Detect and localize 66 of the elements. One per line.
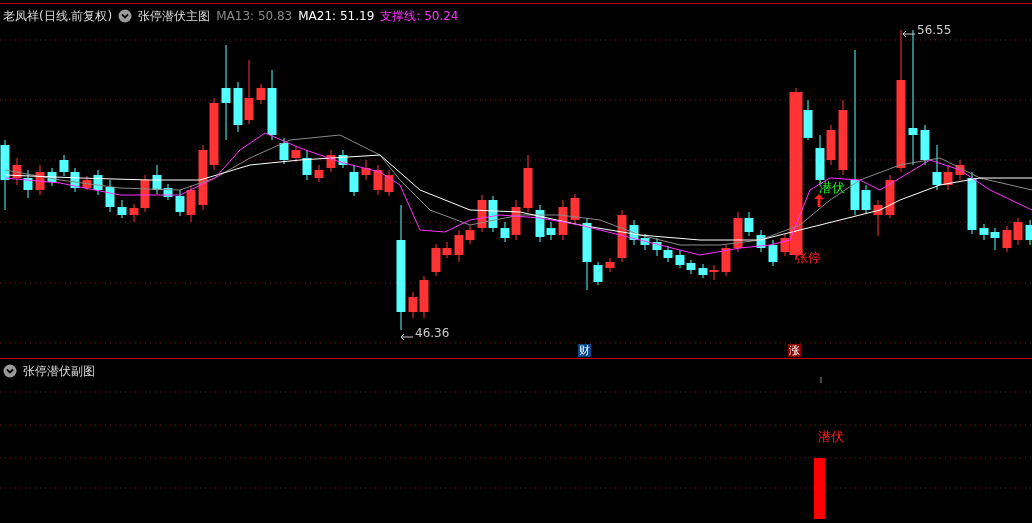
signal-label: 潜伏 (819, 180, 845, 195)
candlestick (709, 264, 719, 281)
candlestick (23, 169, 33, 199)
candlestick (186, 184, 196, 223)
indicator-title: 张停潜伏副图 (23, 362, 95, 380)
signal-bar (814, 458, 825, 519)
indicator-value: 支撑线: 50.24 (380, 7, 459, 25)
candlestick (1013, 217, 1023, 246)
candlestick (920, 124, 930, 166)
candlestick (768, 239, 778, 267)
event-marker[interactable]: 财 (578, 344, 591, 357)
candlestick (477, 194, 487, 233)
candlestick (967, 171, 977, 235)
candlestick (663, 245, 673, 263)
candlestick (373, 164, 383, 196)
price-label: 46.36 (415, 326, 450, 340)
candlestick (12, 157, 22, 186)
candlestick (117, 199, 127, 219)
candlestick (617, 209, 627, 263)
candlestick (756, 229, 766, 253)
candlestick (384, 169, 394, 197)
candlestick (605, 257, 615, 273)
candlestick (955, 159, 965, 181)
candlestick (686, 259, 696, 275)
event-marker[interactable]: 涨 (788, 344, 801, 357)
candlestick (361, 159, 371, 181)
leader-arrow-icon (902, 30, 916, 38)
candlestick (35, 164, 45, 196)
candlestick (1002, 225, 1012, 253)
indicator-title: 张停潜伏主图 (138, 7, 211, 25)
candlestick (873, 199, 883, 237)
candlestick (279, 137, 289, 165)
tick-mark (820, 376, 822, 384)
candlestick (59, 154, 69, 177)
candlestick (826, 124, 836, 166)
dropdown-icon[interactable] (3, 364, 17, 378)
candlestick (0, 139, 10, 211)
candlestick (523, 154, 533, 213)
leader-arrow-icon (400, 333, 414, 341)
candlestick (1025, 219, 1032, 246)
signal-label: 张停 (795, 250, 821, 265)
candlestick (326, 149, 336, 173)
price-label: 56.55 (917, 23, 952, 37)
candlestick (233, 81, 243, 133)
candlestick (652, 237, 662, 257)
candlestick (175, 189, 185, 217)
candlestick (105, 179, 115, 213)
indicator-value: MA13: 50.83 (216, 9, 293, 23)
candlestick (488, 195, 498, 233)
dropdown-icon[interactable] (118, 9, 133, 23)
candlestick (244, 59, 254, 125)
indicator-value: MA21: 51.19 (298, 9, 375, 23)
candlestick (198, 144, 208, 211)
candlestick (990, 227, 1000, 251)
stock-title: 老凤祥(日线.前复权) (3, 7, 113, 25)
candlestick (721, 243, 731, 277)
candlestick (979, 223, 989, 241)
candlestick (675, 249, 685, 269)
signal-label: 潜伏 (818, 429, 844, 444)
up-arrow-icon (814, 194, 824, 207)
candlestick (314, 164, 324, 183)
candlestick (47, 167, 57, 187)
candlestick (698, 263, 708, 279)
candlestick (558, 199, 568, 241)
candlestick (70, 167, 80, 193)
candlestick (570, 193, 580, 225)
